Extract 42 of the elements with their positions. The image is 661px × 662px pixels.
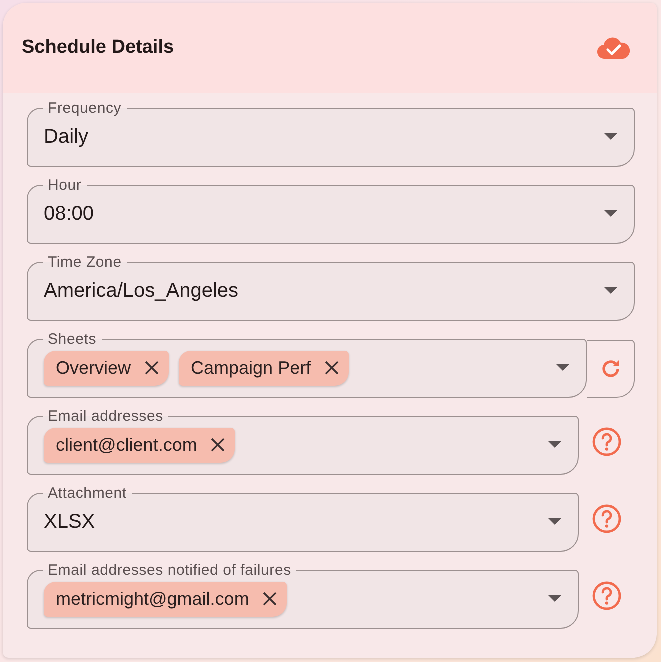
select-value: 08:00 <box>44 202 96 227</box>
field-label: Hour <box>47 178 83 193</box>
caret-icon <box>548 595 562 603</box>
select-field[interactable]: Frequency Daily <box>27 101 635 167</box>
caret-icon <box>604 287 618 295</box>
chip-label: Campaign Perf <box>191 356 312 380</box>
field-label: Frequency <box>47 101 123 116</box>
field-label: Email addresses <box>47 409 164 424</box>
multi-select-field[interactable]: Email addresses notified of failures metricmight@gmail.com <box>27 563 579 629</box>
chip[interactable]: Overview <box>44 350 170 386</box>
field-label: Time Zone <box>47 255 123 270</box>
remove-icon[interactable] <box>211 438 226 452</box>
field-label: Email addresses notified of failures <box>47 563 292 578</box>
select-field[interactable]: Hour 08:00 <box>27 178 635 244</box>
chip-label: Overview <box>56 356 132 380</box>
select-field[interactable]: Time Zone America/Los_Angeles <box>27 255 635 321</box>
remove-icon[interactable] <box>145 361 160 375</box>
select-field[interactable]: Attachment XLSX <box>27 486 579 552</box>
multi-select-field[interactable]: Email addresses client@client.com <box>27 409 579 475</box>
caret-icon <box>548 518 562 526</box>
help-icon[interactable] <box>592 581 622 611</box>
select-value: America/Los_Angeles <box>44 279 240 304</box>
remove-icon[interactable] <box>325 361 340 375</box>
select-value: Daily <box>44 125 90 150</box>
caret-icon <box>604 210 618 218</box>
refresh-button[interactable] <box>587 340 635 398</box>
field-label: Sheets <box>47 332 98 347</box>
caret-icon <box>556 364 570 372</box>
chip[interactable]: client@client.com <box>44 428 236 462</box>
multi-select-field[interactable]: Sheets Overview Campaign Perf <box>27 332 587 398</box>
help-icon[interactable] <box>592 427 622 457</box>
card-title: Schedule Details <box>22 36 174 60</box>
caret-icon <box>604 133 618 141</box>
chip-label: client@client.com <box>56 434 198 456</box>
help-icon[interactable] <box>592 504 622 534</box>
field-label: Attachment <box>47 486 128 501</box>
select-value: XLSX <box>44 510 96 535</box>
chip-label: metricmight@gmail.com <box>56 588 250 611</box>
caret-icon <box>548 441 562 449</box>
remove-icon[interactable] <box>263 592 278 606</box>
chip[interactable]: Campaign Perf <box>179 350 350 386</box>
chip[interactable]: metricmight@gmail.com <box>44 582 288 616</box>
